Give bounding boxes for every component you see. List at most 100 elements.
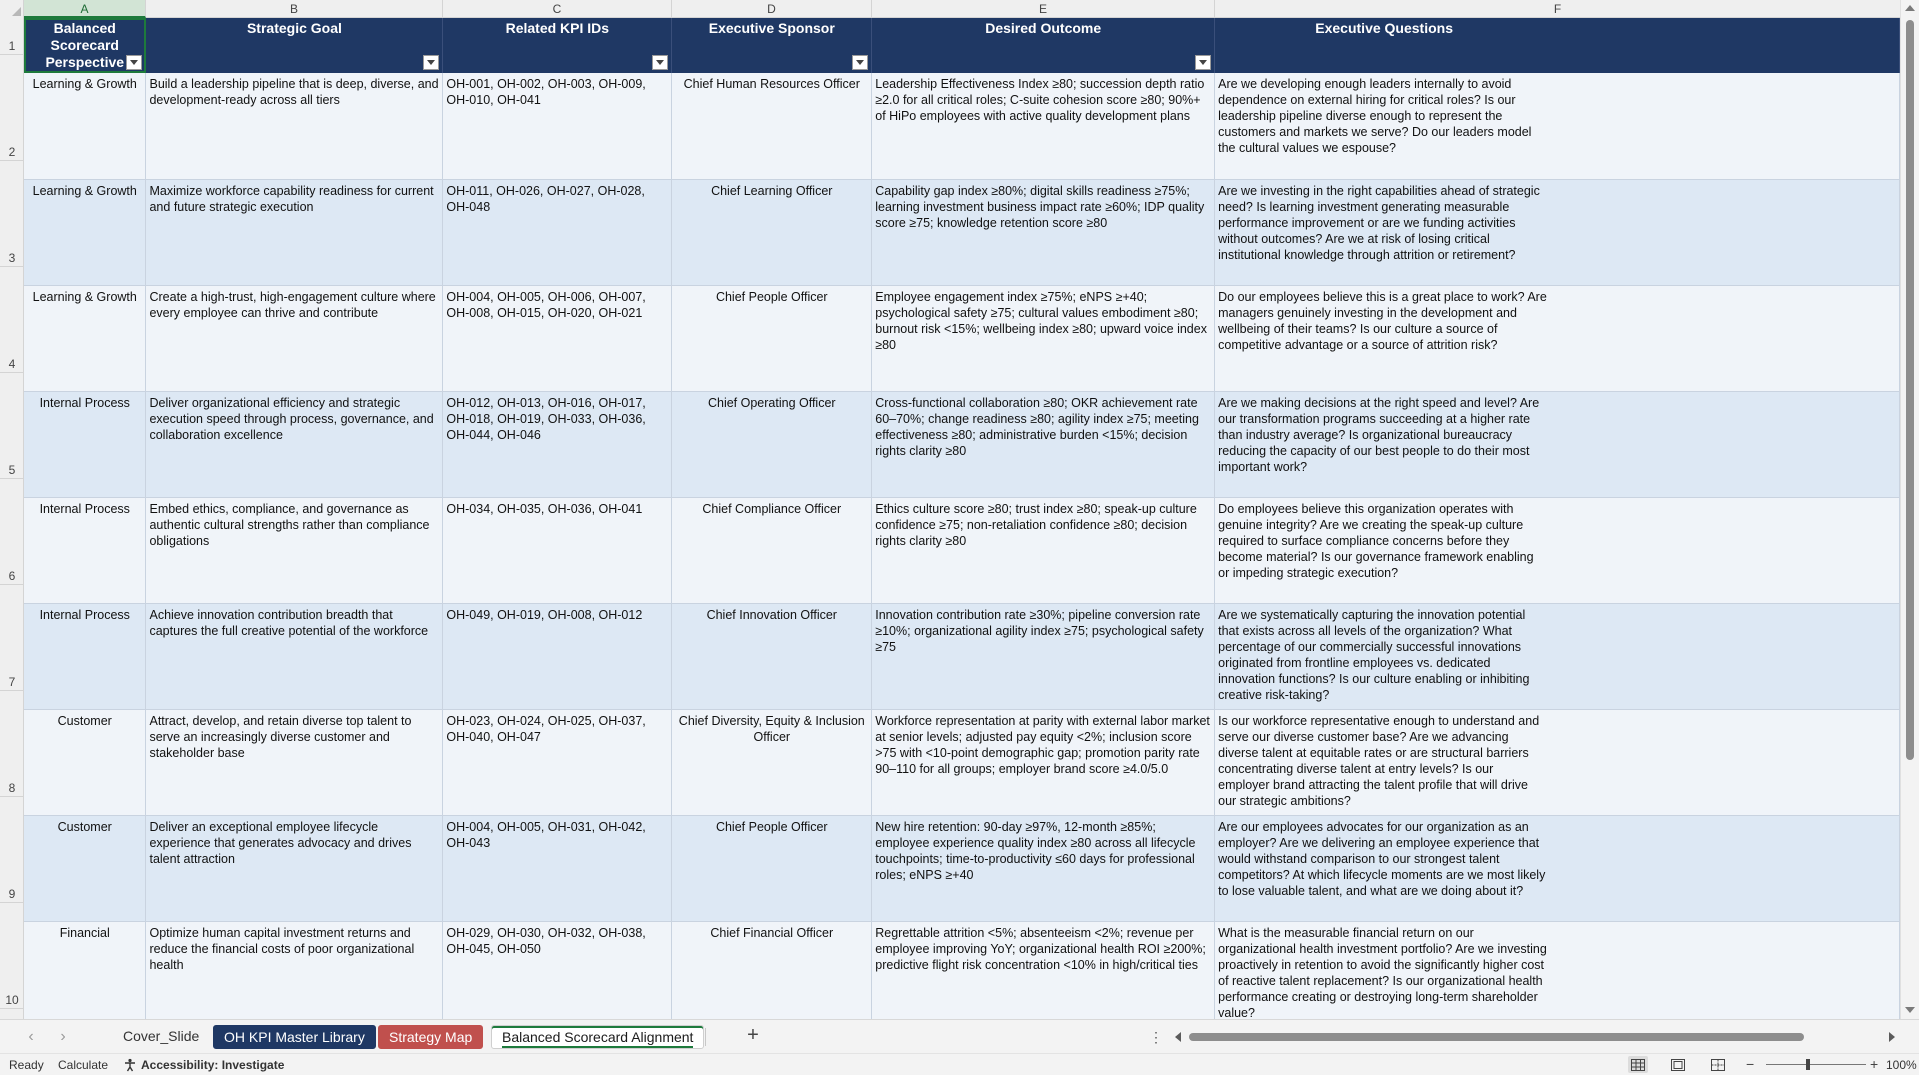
- sponsor-cell[interactable]: Chief People Officer: [671, 285, 873, 392]
- sheet-tab-strategy-map[interactable]: Strategy Map: [378, 1025, 484, 1049]
- sponsor-cell[interactable]: Chief Operating Officer: [671, 391, 873, 498]
- perspective-cell[interactable]: Customer: [24, 709, 147, 816]
- outcome-cell[interactable]: New hire retention: 90-day ≥97%, 12-mont…: [871, 815, 1216, 922]
- questions-cell[interactable]: Are we making decisions at the right spe…: [1214, 391, 1900, 498]
- outcome-cell[interactable]: Cross-functional collaboration ≥80; OKR …: [871, 391, 1216, 498]
- sponsor-cell[interactable]: Chief Innovation Officer: [671, 603, 873, 710]
- perspective-cell[interactable]: Internal Process: [24, 391, 147, 498]
- goal-cell[interactable]: Create a high-trust, high-engagement cul…: [145, 285, 444, 392]
- goal-cell[interactable]: Deliver an exceptional employee lifecycl…: [145, 815, 444, 922]
- sheet-tab-oh-kpi-master-library[interactable]: OH KPI Master Library: [213, 1025, 376, 1049]
- filter-dropdown-icon[interactable]: [852, 55, 869, 70]
- perspective-cell[interactable]: Learning & Growth: [24, 179, 147, 286]
- horizontal-scroll-thumb[interactable]: [1189, 1033, 1804, 1041]
- row-header-7[interactable]: 7: [0, 585, 23, 691]
- perspective-cell[interactable]: Customer: [24, 815, 147, 922]
- outcome-cell[interactable]: Leadership Effectiveness Index ≥80; succ…: [871, 73, 1216, 180]
- questions-cell[interactable]: Are we developing enough leaders interna…: [1214, 73, 1900, 180]
- vertical-scroll-thumb[interactable]: [1906, 20, 1914, 760]
- column-header-c[interactable]: C: [443, 0, 672, 18]
- outcome-cell[interactable]: Regrettable attrition <5%; absenteeism <…: [871, 921, 1216, 1019]
- status-calculate[interactable]: Calculate: [58, 1057, 108, 1073]
- goal-cell[interactable]: Embed ethics, compliance, and governance…: [145, 497, 444, 604]
- goal-cell[interactable]: Maximize workforce capability readiness …: [145, 179, 444, 286]
- kpi-ids-cell[interactable]: OH-011, OH-026, OH-027, OH-028, OH-048: [442, 179, 673, 286]
- hscroll-left-icon[interactable]: [1175, 1032, 1181, 1042]
- questions-cell[interactable]: Do our employees believe this is a great…: [1214, 285, 1900, 392]
- kpi-ids-cell[interactable]: OH-004, OH-005, OH-006, OH-007, OH-008, …: [442, 285, 673, 392]
- perspective-cell[interactable]: Internal Process: [24, 603, 147, 710]
- column-header-b[interactable]: B: [146, 0, 443, 18]
- header-cell-executive-sponsor[interactable]: Executive Sponsor: [671, 18, 873, 73]
- perspective-cell[interactable]: Financial: [24, 921, 147, 1019]
- vertical-scrollbar[interactable]: [1900, 0, 1919, 1019]
- sponsor-cell[interactable]: Chief Learning Officer: [671, 179, 873, 286]
- filter-dropdown-icon[interactable]: [652, 55, 669, 70]
- goal-cell[interactable]: Build a leadership pipeline that is deep…: [145, 73, 444, 180]
- row-header-2[interactable]: 2: [0, 55, 23, 161]
- questions-cell[interactable]: Are we investing in the right capabiliti…: [1214, 179, 1900, 286]
- sponsor-cell[interactable]: Chief Diversity, Equity & Inclusion Offi…: [671, 709, 873, 816]
- header-cell-kpi-ids[interactable]: Related KPI IDs: [442, 18, 673, 73]
- perspective-cell[interactable]: Learning & Growth: [24, 285, 147, 392]
- zoom-in-icon[interactable]: +: [1870, 1056, 1878, 1072]
- scroll-left-icon[interactable]: ‹: [24, 1029, 38, 1045]
- scroll-up-icon[interactable]: [1905, 5, 1915, 11]
- questions-cell[interactable]: What is the measurable financial return …: [1214, 921, 1900, 1019]
- row-header-4[interactable]: 4: [0, 267, 23, 373]
- outcome-cell[interactable]: Workforce representation at parity with …: [871, 709, 1216, 816]
- perspective-cell[interactable]: Learning & Growth: [24, 73, 147, 180]
- outcome-cell[interactable]: Ethics culture score ≥80; trust index ≥8…: [871, 497, 1216, 604]
- kpi-ids-cell[interactable]: OH-049, OH-019, OH-008, OH-012: [442, 603, 673, 710]
- zoom-slider-track[interactable]: [1766, 1064, 1866, 1065]
- accessibility-status[interactable]: Accessibility: Investigate: [123, 1057, 284, 1073]
- page-layout-icon[interactable]: [1668, 1056, 1688, 1073]
- add-sheet-icon[interactable]: +: [743, 1025, 763, 1046]
- normal-view-icon[interactable]: [1628, 1056, 1648, 1073]
- column-header-f[interactable]: F: [1215, 0, 1900, 18]
- kpi-ids-cell[interactable]: OH-023, OH-024, OH-025, OH-037, OH-040, …: [442, 709, 673, 816]
- sheet-tab-cover-slide[interactable]: Cover_Slide: [113, 1025, 209, 1049]
- questions-cell[interactable]: Are we systematically capturing the inno…: [1214, 603, 1900, 710]
- row-header-8[interactable]: 8: [0, 691, 23, 797]
- sheet-tab-balanced-scorecard-alignment[interactable]: Balanced Scorecard Alignment: [491, 1025, 705, 1049]
- row-header-9[interactable]: 9: [0, 797, 23, 903]
- sponsor-cell[interactable]: Chief Financial Officer: [671, 921, 873, 1019]
- sponsor-cell[interactable]: Chief Human Resources Officer: [671, 73, 873, 180]
- scroll-down-icon[interactable]: [1905, 1007, 1915, 1013]
- zoom-slider-thumb[interactable]: [1806, 1059, 1810, 1070]
- sponsor-cell[interactable]: Chief People Officer: [671, 815, 873, 922]
- sponsor-cell[interactable]: Chief Compliance Officer: [671, 497, 873, 604]
- kpi-ids-cell[interactable]: OH-004, OH-005, OH-031, OH-042, OH-043: [442, 815, 673, 922]
- outcome-cell[interactable]: Capability gap index ≥80%; digital skill…: [871, 179, 1216, 286]
- goal-cell[interactable]: Optimize human capital investment return…: [145, 921, 444, 1019]
- row-header-5[interactable]: 5: [0, 373, 23, 479]
- column-header-a[interactable]: A: [24, 0, 146, 18]
- header-cell-desired-outcome[interactable]: Desired Outcome: [871, 18, 1216, 73]
- scroll-right-icon[interactable]: ›: [56, 1029, 70, 1045]
- questions-cell[interactable]: Do employees believe this organization o…: [1214, 497, 1900, 604]
- kpi-ids-cell[interactable]: OH-029, OH-030, OH-032, OH-038, OH-045, …: [442, 921, 673, 1019]
- header-cell-perspective[interactable]: Balanced Scorecard Perspective: [24, 18, 147, 73]
- row-header-6[interactable]: 6: [0, 479, 23, 585]
- column-header-e[interactable]: E: [872, 0, 1215, 18]
- goal-cell[interactable]: Deliver organizational efficiency and st…: [145, 391, 444, 498]
- kpi-ids-cell[interactable]: OH-001, OH-002, OH-003, OH-009, OH-010, …: [442, 73, 673, 180]
- filter-dropdown-icon[interactable]: [126, 55, 143, 70]
- questions-cell[interactable]: Are our employees advocates for our orga…: [1214, 815, 1900, 922]
- column-header-d[interactable]: D: [672, 0, 872, 18]
- page-break-icon[interactable]: [1708, 1056, 1728, 1073]
- horizontal-scrollbar[interactable]: [1175, 1032, 1895, 1042]
- row-header-10[interactable]: 10: [0, 903, 23, 1009]
- goal-cell[interactable]: Achieve innovation contribution breadth …: [145, 603, 444, 710]
- outcome-cell[interactable]: Employee engagement index ≥75%; eNPS ≥+4…: [871, 285, 1216, 392]
- more-icon[interactable]: ⋮: [1149, 1028, 1163, 1046]
- zoom-out-icon[interactable]: −: [1746, 1056, 1754, 1072]
- perspective-cell[interactable]: Internal Process: [24, 497, 147, 604]
- hscroll-right-icon[interactable]: [1889, 1032, 1895, 1042]
- row-header-3[interactable]: 3: [0, 161, 23, 267]
- row-header-1[interactable]: 1: [0, 18, 23, 55]
- select-all-corner[interactable]: [0, 0, 24, 18]
- header-cell-executive-questions[interactable]: Executive Questions: [1214, 18, 1900, 73]
- header-cell-strategic-goal[interactable]: Strategic Goal: [145, 18, 444, 73]
